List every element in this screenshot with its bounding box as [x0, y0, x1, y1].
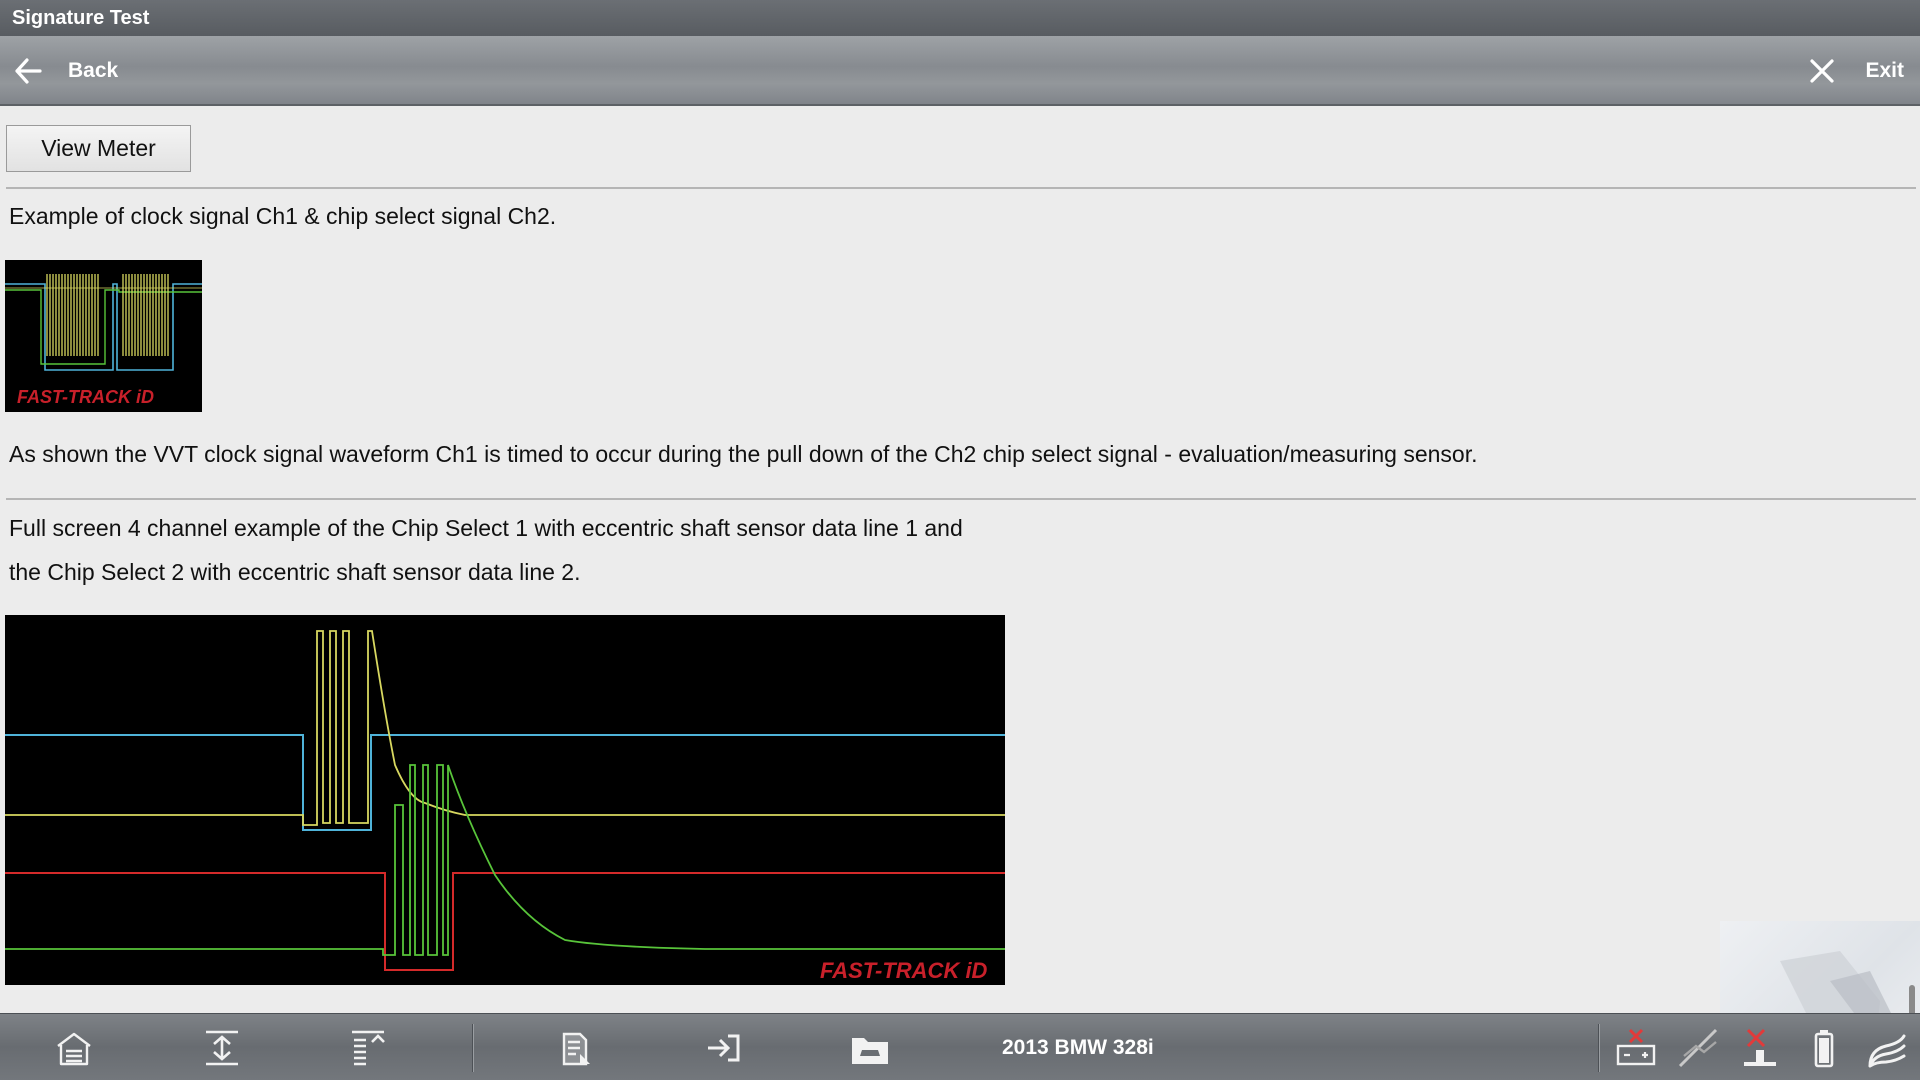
- scope-disconnected-icon[interactable]: [1676, 1026, 1720, 1070]
- back-label: Back: [68, 59, 119, 82]
- expand-icon[interactable]: [200, 1026, 244, 1070]
- content-pane[interactable]: View Meter Example of clock signal Ch1 &…: [0, 108, 1920, 1013]
- caption-clock-signal: Example of clock signal Ch1 & chip selec…: [9, 203, 557, 229]
- toolbar-separator: [472, 1024, 474, 1072]
- four-channel-waveform-image[interactable]: FAST-TRACK iD: [5, 615, 1005, 985]
- brand-watermark: FAST-TRACK iD: [820, 958, 988, 983]
- title-bar: Signature Test: [0, 0, 1920, 36]
- meter-disconnected-icon[interactable]: [1738, 1026, 1782, 1070]
- caption-vvt-description: As shown the VVT clock signal waveform C…: [9, 441, 1478, 467]
- caption-four-channel-line2: the Chip Select 2 with eccentric shaft s…: [9, 559, 581, 585]
- divider: [6, 498, 1916, 500]
- battery-disconnected-icon[interactable]: [1614, 1026, 1658, 1070]
- back-button[interactable]: Back: [14, 36, 118, 106]
- close-icon: [1809, 58, 1835, 84]
- exit-label: Exit: [1865, 59, 1904, 82]
- battery-level-icon[interactable]: [1802, 1026, 1846, 1070]
- toolbar-separator: [1598, 1024, 1600, 1072]
- wifi-icon[interactable]: [1864, 1026, 1908, 1070]
- exit-to-icon[interactable]: [702, 1026, 746, 1070]
- exit-button[interactable]: Exit: [1809, 36, 1904, 106]
- brand-watermark: FAST-TRACK iD: [17, 387, 154, 407]
- collapse-icon[interactable]: [346, 1026, 390, 1070]
- waveform-thumbnail[interactable]: FAST-TRACK iD: [5, 260, 202, 412]
- decorative-tool-image: [1720, 921, 1920, 1013]
- window-title: Signature Test: [12, 7, 150, 29]
- home-icon[interactable]: [52, 1026, 96, 1070]
- vehicle-folder-icon[interactable]: [848, 1026, 892, 1070]
- bottom-toolbar: 2013 BMW 328i: [0, 1013, 1920, 1080]
- view-meter-button[interactable]: View Meter: [6, 125, 191, 172]
- nav-bar: Back Exit: [0, 36, 1920, 106]
- vehicle-info: 2013 BMW 328i: [1002, 1036, 1154, 1059]
- scrollbar-thumb[interactable]: [1909, 985, 1915, 1013]
- report-icon[interactable]: [554, 1026, 598, 1070]
- divider: [6, 187, 1916, 189]
- caption-four-channel-line1: Full screen 4 channel example of the Chi…: [9, 515, 963, 541]
- back-arrow-icon: [14, 58, 42, 84]
